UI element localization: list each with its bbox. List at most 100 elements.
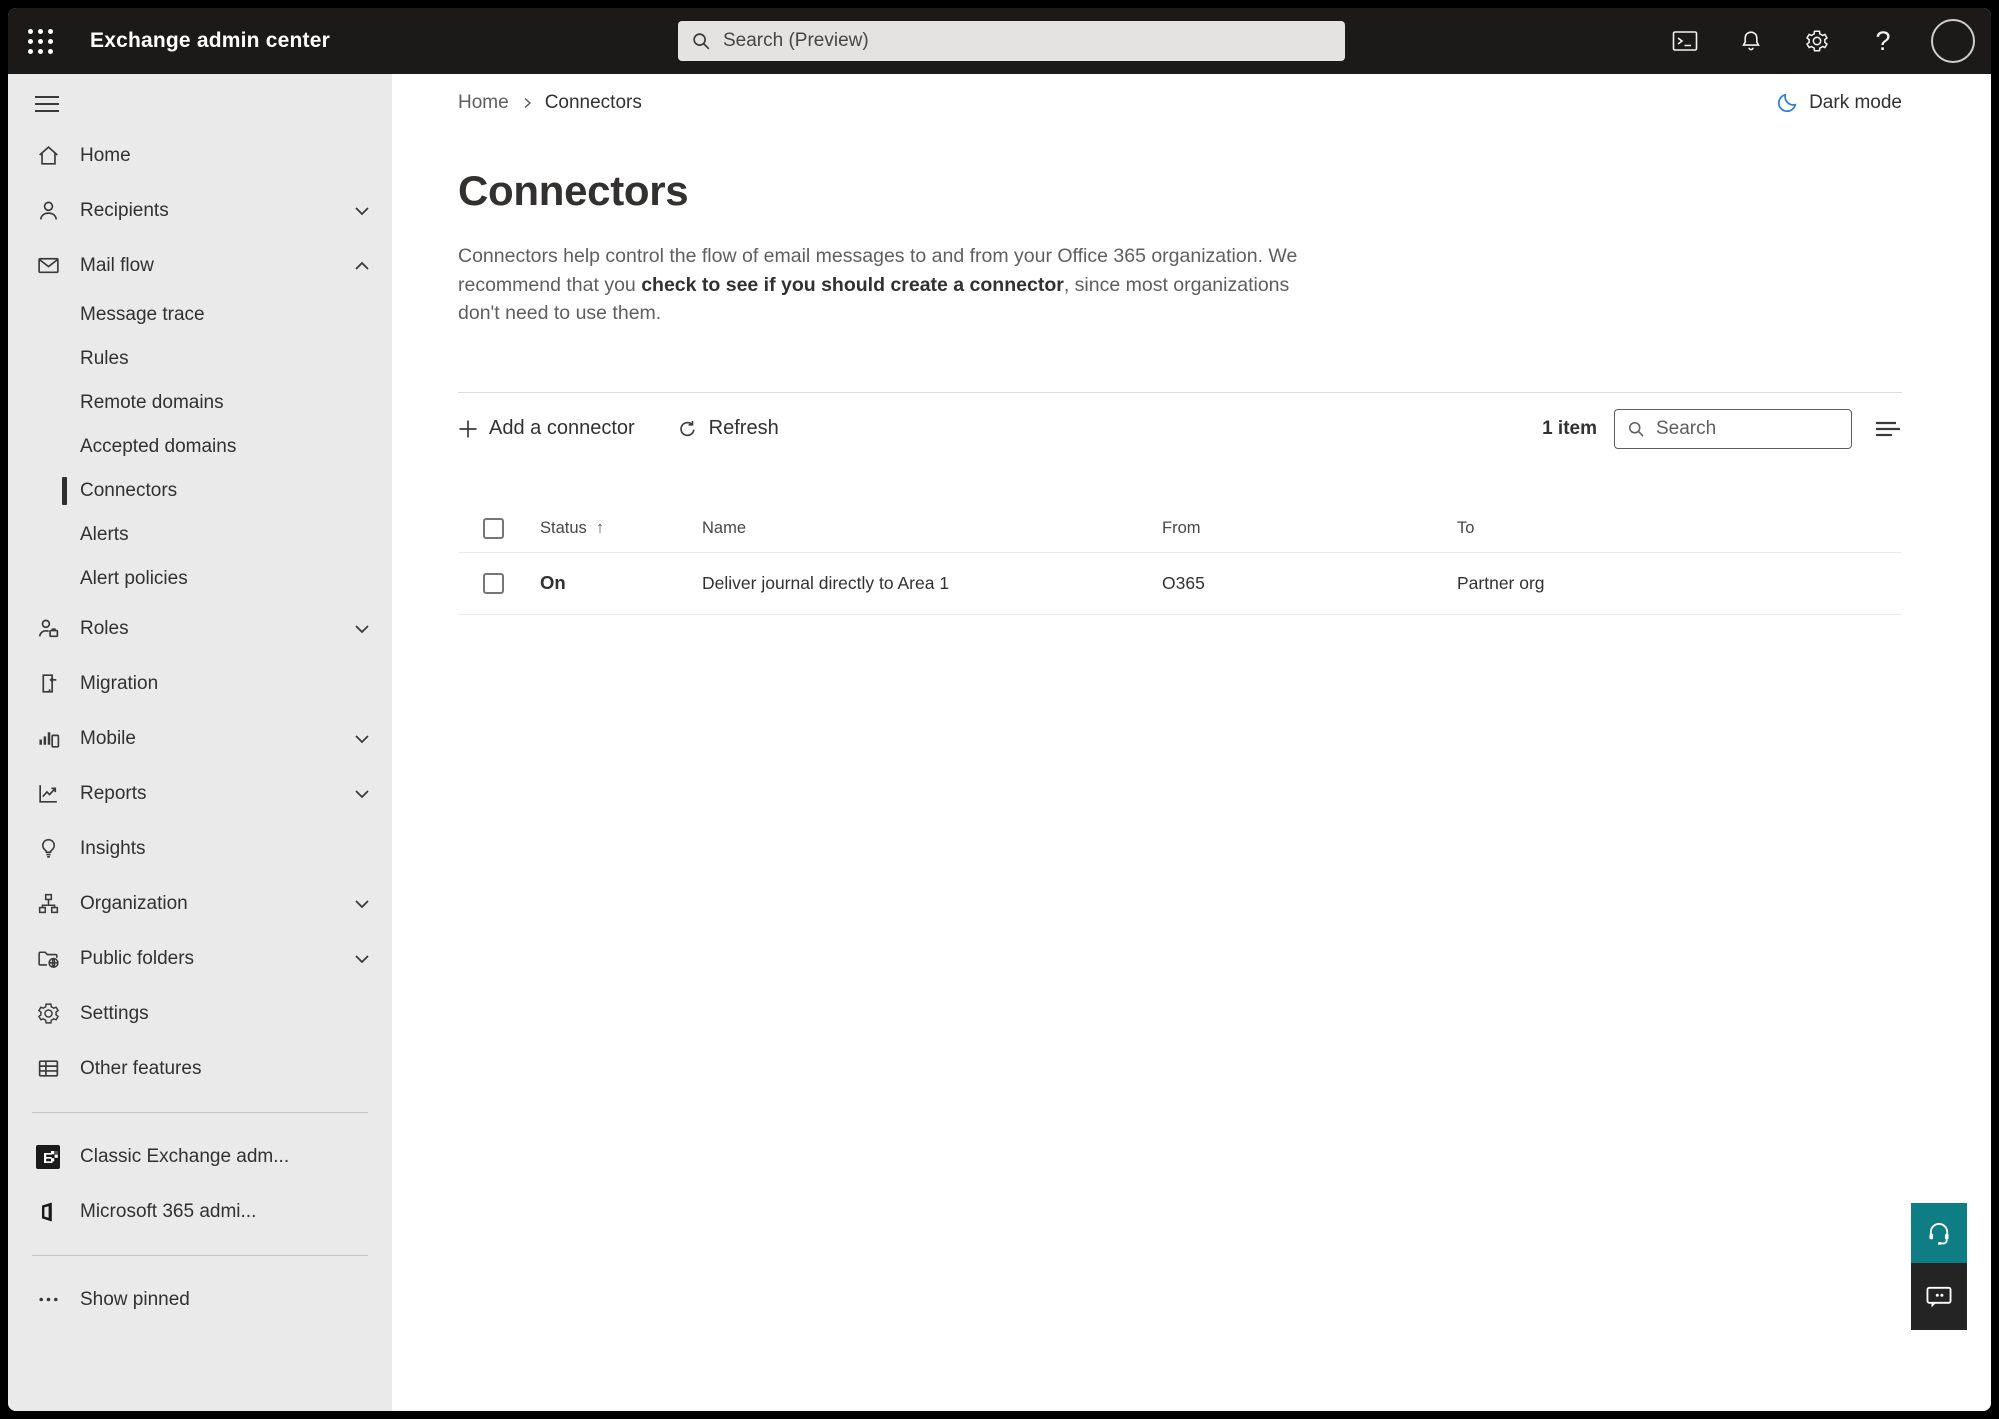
sidebar-item-accepted-domains[interactable]: Accepted domains (8, 425, 392, 469)
sidebar-item-recipients[interactable]: Recipients (8, 183, 392, 238)
gear-icon (35, 1001, 61, 1027)
list-search-box[interactable] (1614, 408, 1852, 449)
sidebar-item-label: Settings (80, 1002, 149, 1024)
left-nav: Home Recipients Mail flow Message trace … (8, 74, 392, 1411)
select-all-checkbox[interactable] (483, 517, 504, 539)
headset-icon (1929, 1223, 1949, 1245)
floating-buttons (1911, 1203, 1967, 1330)
sidebar-item-home[interactable]: Home (8, 128, 392, 183)
connector-to: Partner org (1457, 572, 1545, 593)
column-header-to[interactable]: To (1457, 519, 1902, 538)
app-window: Exchange admin center Search (Preview) ?… (8, 8, 1991, 1411)
list-search-input[interactable] (1656, 417, 1840, 440)
dark-mode-toggle[interactable]: Dark mode (1775, 91, 1902, 115)
app-title: Exchange admin center (90, 29, 330, 52)
notifications-button[interactable] (1731, 19, 1771, 63)
breadcrumb-home-link[interactable]: Home (458, 92, 509, 114)
exchange-logo-icon: E (35, 1144, 61, 1170)
filter-button[interactable] (1874, 418, 1902, 440)
sidebar-item-connectors[interactable]: Connectors (8, 469, 392, 513)
chevron-up-icon (354, 260, 370, 272)
sidebar-item-label: Home (80, 144, 131, 166)
org-chart-icon (35, 891, 61, 917)
connector-name[interactable]: Deliver journal directly to Area 1 (702, 573, 1162, 594)
sidebar-item-public-folders[interactable]: Public folders (8, 931, 392, 986)
sidebar-item-classic-exchange[interactable]: E Classic Exchange adm... (8, 1129, 392, 1184)
feedback-button[interactable] (1911, 1263, 1967, 1330)
connector-from: O365 (1162, 572, 1205, 593)
mobile-stats-icon (35, 726, 61, 752)
sidebar-item-m365-admin[interactable]: Microsoft 365 admi... (8, 1184, 392, 1239)
sidebar-item-settings[interactable]: Settings (8, 986, 392, 1041)
filter-lines-icon (1876, 421, 1900, 436)
nav-collapse-button[interactable] (8, 80, 392, 128)
sidebar-item-mail-flow[interactable]: Mail flow (8, 238, 392, 293)
sidebar-item-label: Organization (80, 892, 188, 914)
sidebar-item-label: Insights (80, 837, 146, 859)
sidebar-item-label: Rules (80, 348, 129, 369)
chat-bubble-icon (1926, 1286, 1952, 1307)
help-button[interactable]: ? (1863, 19, 1903, 63)
column-header-status[interactable]: Status (540, 519, 587, 538)
sidebar-item-roles[interactable]: Roles (8, 601, 392, 656)
add-connector-button[interactable]: Add a connector (458, 417, 635, 440)
person-badge-icon (35, 616, 61, 642)
sidebar-item-insights[interactable]: Insights (8, 821, 392, 876)
sidebar-item-mobile[interactable]: Mobile (8, 711, 392, 766)
sidebar-item-other-features[interactable]: Other features (8, 1041, 392, 1096)
gear-icon (1806, 30, 1828, 52)
sidebar-item-label: Migration (80, 672, 159, 694)
sidebar-item-label: Mail flow (80, 254, 154, 276)
hamburger-icon (35, 96, 59, 112)
sidebar-item-show-pinned[interactable]: Show pinned (8, 1272, 392, 1327)
avatar (1931, 19, 1975, 63)
settings-button[interactable] (1797, 19, 1837, 63)
global-search-box[interactable] (678, 21, 1345, 61)
refresh-icon (679, 421, 695, 437)
sidebar-item-alerts[interactable]: Alerts (8, 513, 392, 557)
app-launcher-button[interactable] (8, 8, 72, 74)
sidebar-item-reports[interactable]: Reports (8, 766, 392, 821)
global-search-input[interactable] (723, 30, 1333, 52)
item-count: 1 item (1542, 417, 1597, 439)
home-icon (35, 143, 61, 169)
dark-mode-label: Dark mode (1809, 92, 1902, 113)
sidebar-item-message-trace[interactable]: Message trace (8, 293, 392, 337)
sidebar-item-label: Roles (80, 617, 129, 639)
breadcrumb-current: Connectors (544, 92, 642, 113)
sidebar-item-label: Classic Exchange adm... (80, 1145, 290, 1167)
sidebar-item-alert-policies[interactable]: Alert policies (8, 557, 392, 601)
description-link[interactable]: check to see if you should create a conn… (641, 274, 1064, 296)
refresh-label: Refresh (708, 417, 779, 439)
chevron-down-icon (354, 205, 370, 217)
connector-status: On (540, 572, 566, 593)
main-content: Home Connectors Dark mode Connectors Con… (392, 74, 1991, 1411)
sidebar-item-remote-domains[interactable]: Remote domains (8, 381, 392, 425)
row-checkbox[interactable] (483, 572, 504, 594)
sidebar-item-label: Recipients (80, 199, 169, 221)
waffle-icon (27, 28, 53, 54)
sidebar-item-rules[interactable]: Rules (8, 337, 392, 381)
person-icon (35, 198, 61, 224)
sidebar-item-migration[interactable]: Migration (8, 656, 392, 711)
moon-icon (1775, 91, 1799, 115)
sidebar-item-label: Accepted domains (80, 436, 237, 457)
column-header-name[interactable]: Name (702, 519, 1162, 538)
bell-icon (1742, 30, 1760, 50)
powershell-button[interactable] (1665, 19, 1705, 63)
sidebar-divider (32, 1112, 368, 1113)
table-row[interactable]: On Deliver journal directly to Area 1 O3… (458, 553, 1902, 615)
sidebar-item-label: Reports (80, 782, 147, 804)
page-title: Connectors (458, 167, 689, 214)
column-header-from[interactable]: From (1162, 519, 1457, 538)
chevron-right-icon (521, 96, 533, 110)
account-button[interactable] (1929, 19, 1977, 63)
sidebar-item-label: Alerts (80, 524, 129, 545)
support-button[interactable] (1911, 1203, 1967, 1263)
top-bar: Exchange admin center Search (Preview) ? (8, 8, 1991, 74)
line-chart-icon (35, 781, 61, 807)
refresh-button[interactable]: Refresh (677, 417, 779, 440)
sidebar-item-label: Show pinned (80, 1288, 190, 1310)
envelope-icon (35, 253, 61, 279)
sidebar-item-organization[interactable]: Organization (8, 876, 392, 931)
